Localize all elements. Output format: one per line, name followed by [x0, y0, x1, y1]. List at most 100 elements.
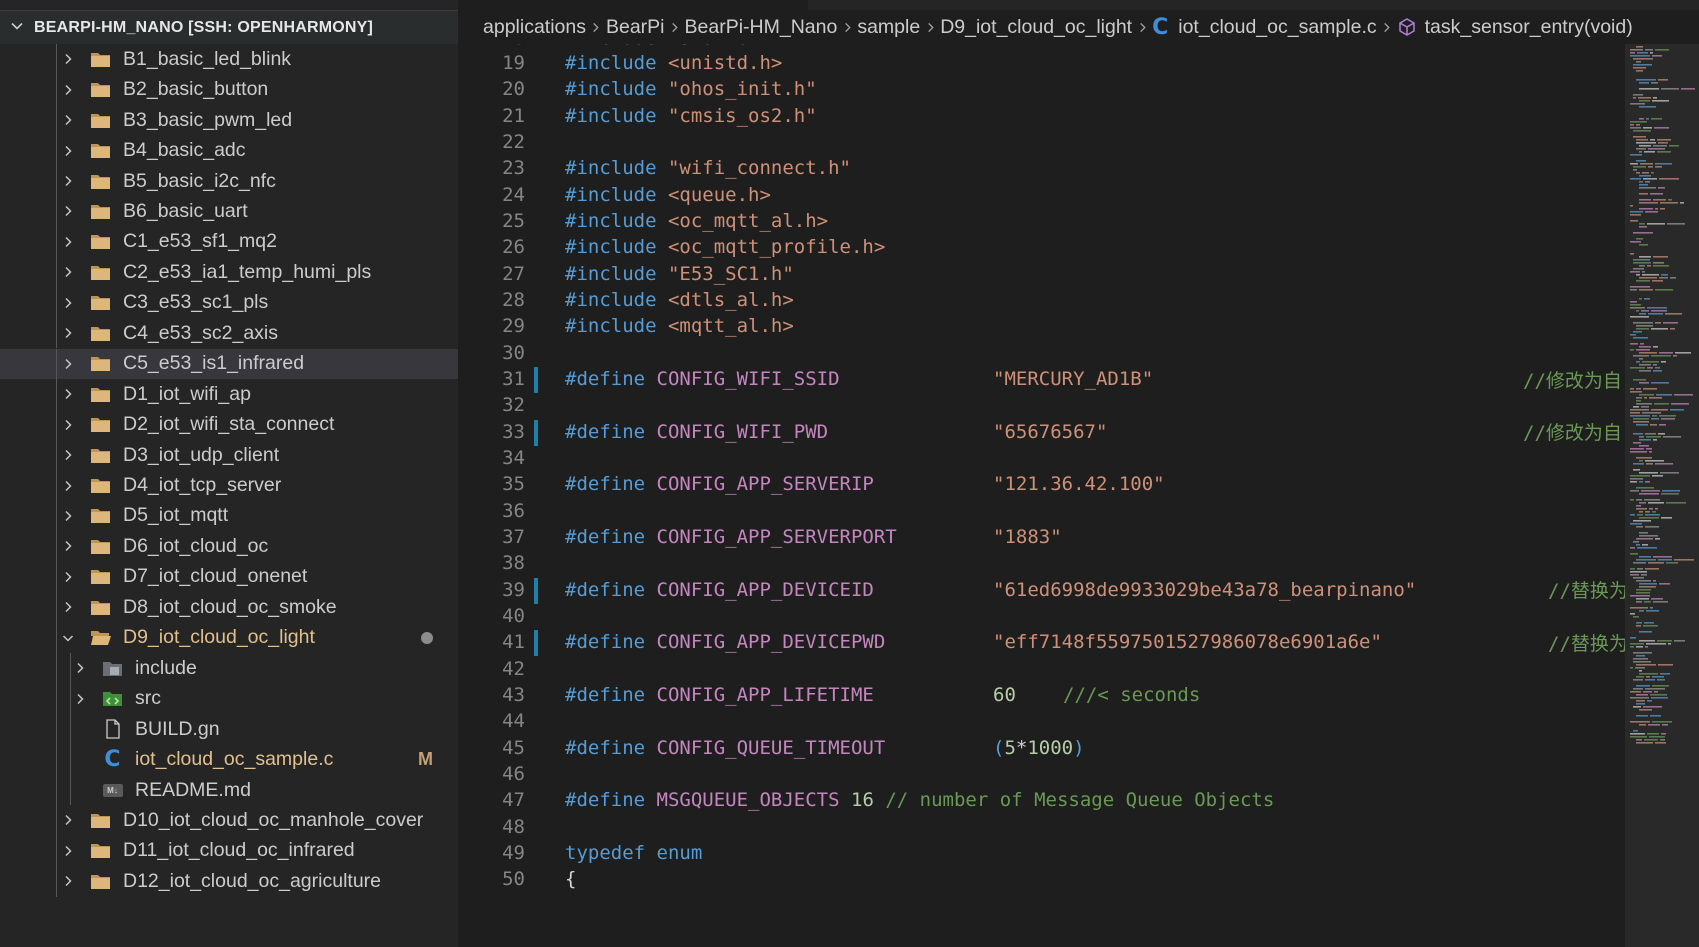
tree-item-label: D10_iot_cloud_oc_manhole_cover — [123, 808, 424, 831]
chevron-right-icon[interactable] — [61, 262, 75, 282]
code-editor[interactable]: 18 #include <stdlib.h> 19 #include <unistd.… — [458, 44, 1625, 947]
chevron-right-icon[interactable] — [61, 476, 75, 496]
code-line: 37 #define CONFIG_APP_SERVERPORT "1883" — [458, 524, 1625, 550]
chevron-right-icon[interactable] — [61, 597, 75, 617]
chevron-right-icon[interactable] — [61, 293, 75, 313]
chevron-right-icon[interactable] — [61, 536, 75, 556]
tree-item[interactable]: B3_basic_pwm_led — [0, 104, 458, 136]
tree-item[interactable]: D5_iot_mqtt — [0, 500, 458, 532]
chevron-right-icon[interactable] — [61, 141, 75, 161]
breadcrumb-file[interactable]: iot_cloud_oc_sample.c — [1178, 16, 1376, 39]
code-text: #define CONFIG_APP_SERVERPORT — [565, 526, 897, 548]
preprocessor-keyword: #include — [565, 236, 657, 259]
breadcrumb-item[interactable]: D9_iot_cloud_oc_light — [940, 16, 1132, 39]
chevron-right-icon[interactable] — [61, 445, 75, 465]
line-number: 42 — [502, 657, 525, 680]
tree-item-label: src — [135, 687, 161, 710]
breadcrumb-item[interactable]: BearPi — [606, 16, 665, 39]
code-text: { — [565, 868, 577, 891]
chevron-right-icon[interactable] — [61, 80, 75, 100]
chevron-right-icon[interactable] — [61, 49, 75, 69]
explorer-root-header[interactable]: BEARPI-HM_NANO [SSH: OPENHARMONY] — [0, 10, 458, 44]
tree-item[interactable]: D4_iot_tcp_server — [0, 470, 458, 501]
code-line: 27 #include "E53_SC1.h" — [458, 261, 1625, 287]
breadcrumb-item[interactable]: BearPi-HM_Nano — [685, 16, 838, 39]
breadcrumb-symbol[interactable]: task_sensor_entry(void) — [1397, 16, 1633, 39]
tree-item[interactable]: C2_e53_ia1_temp_humi_pls — [0, 257, 458, 288]
tree-item[interactable]: D9_iot_cloud_oc_light — [0, 622, 458, 653]
chevron-right-icon[interactable] — [61, 384, 75, 404]
tree-item[interactable]: D6_iot_cloud_oc — [0, 531, 458, 562]
code-line: 21 #include "cmsis_os2.h" — [458, 103, 1625, 129]
tree-item[interactable]: C4_e53_sc2_axis — [0, 318, 458, 349]
chevron-right-icon[interactable] — [73, 689, 87, 709]
tree-item-label: include — [135, 656, 197, 679]
tree-item[interactable]: Ciot_cloud_oc_sample.c M — [0, 744, 458, 775]
tree-item[interactable]: C1_e53_sf1_mq2 — [0, 226, 458, 258]
folder-open-icon — [90, 629, 111, 647]
tree-item[interactable]: D12_iot_cloud_oc_agriculture — [0, 866, 458, 897]
macro-value-text: "eff7148f5597501527986078e6901a6e" — [993, 631, 1382, 654]
chevron-right-icon[interactable] — [61, 567, 75, 587]
tree-item[interactable]: D11_iot_cloud_oc_infrared — [0, 835, 458, 867]
macro-name: CONFIG_APP_SERVERIP — [656, 473, 874, 496]
folder-icon — [90, 81, 111, 99]
preprocessor-keyword: #include — [565, 315, 657, 338]
tree-item[interactable]: D3_iot_udp_client — [0, 439, 458, 471]
code-line: 30 — [458, 340, 1625, 366]
indent-guide — [56, 531, 57, 562]
chevron-right-icon[interactable] — [61, 232, 75, 252]
tree-item[interactable]: B5_basic_i2c_nfc — [0, 165, 458, 197]
indent-guide — [56, 409, 57, 440]
chevron-down-icon[interactable] — [61, 628, 75, 648]
chevron-right-icon[interactable] — [61, 871, 75, 891]
tree-item[interactable]: D2_iot_wifi_sta_connect — [0, 409, 458, 440]
tree-item[interactable]: B2_basic_button — [0, 74, 458, 105]
tree-item[interactable]: D8_iot_cloud_oc_smoke — [0, 592, 458, 623]
indent-guide — [56, 378, 57, 410]
chevron-right-icon[interactable] — [61, 171, 75, 191]
breadcrumb-item[interactable]: applications — [483, 16, 586, 39]
tree-item-label: B5_basic_i2c_nfc — [123, 169, 276, 192]
folder-icon — [90, 263, 111, 281]
tree-item[interactable]: D7_iot_cloud_onenet — [0, 561, 458, 593]
tree-item[interactable]: D1_iot_wifi_ap — [0, 378, 458, 410]
chevron-right-icon[interactable] — [61, 810, 75, 830]
chevron-right-icon[interactable] — [61, 201, 75, 221]
chevron-right-icon[interactable] — [61, 841, 75, 861]
code-comment: //修改为自 — [1523, 418, 1622, 445]
chevron-right-icon[interactable] — [61, 323, 75, 343]
tree-item[interactable]: M↓ README.md — [0, 774, 458, 806]
tree-item[interactable]: B4_basic_adc — [0, 135, 458, 166]
chevron-right-icon[interactable] — [61, 415, 75, 435]
chevron-right-icon[interactable] — [73, 658, 87, 678]
include-path: <unistd.h> — [667, 52, 783, 75]
tree-item[interactable]: D10_iot_cloud_oc_manhole_cover — [0, 805, 458, 836]
minimap[interactable] — [1625, 44, 1699, 947]
code-line: 50 { — [458, 866, 1625, 892]
tree-item[interactable]: BUILD.gn — [0, 713, 458, 745]
tree-item[interactable]: src — [0, 683, 458, 714]
chevron-down-icon[interactable] — [0, 18, 34, 38]
tree-item[interactable]: include — [0, 653, 458, 684]
chevron-right-icon[interactable] — [61, 506, 75, 526]
minimap-slider[interactable] — [1626, 44, 1699, 947]
code-line: 28 #include <dtls_al.h> — [458, 287, 1625, 313]
line-number: 46 — [502, 763, 525, 786]
folder-icon — [90, 446, 111, 464]
chevron-right-icon[interactable] — [61, 110, 75, 130]
tree-item-label: D7_iot_cloud_onenet — [123, 565, 308, 588]
chevron-right-icon[interactable] — [61, 354, 75, 374]
tree-item[interactable]: C3_e53_sc1_pls — [0, 287, 458, 319]
code-text: #include "wifi_connect.h" — [565, 157, 851, 179]
breadcrumb-item[interactable]: sample — [857, 16, 920, 39]
tree-item[interactable]: C5_e53_is1_infrared — [0, 348, 458, 379]
chevron-right-icon — [665, 22, 685, 33]
explorer-sidebar: BEARPI-HM_NANO [SSH: OPENHARMONY] B1_bas… — [0, 0, 458, 947]
preprocessor-keyword: #include — [565, 210, 657, 233]
preprocessor-keyword: #include — [565, 183, 657, 206]
preprocessor-keyword: #include — [565, 104, 657, 127]
folder-include-icon — [102, 659, 123, 677]
tree-item[interactable]: B1_basic_led_blink — [0, 44, 458, 75]
tree-item[interactable]: B6_basic_uart — [0, 196, 458, 227]
